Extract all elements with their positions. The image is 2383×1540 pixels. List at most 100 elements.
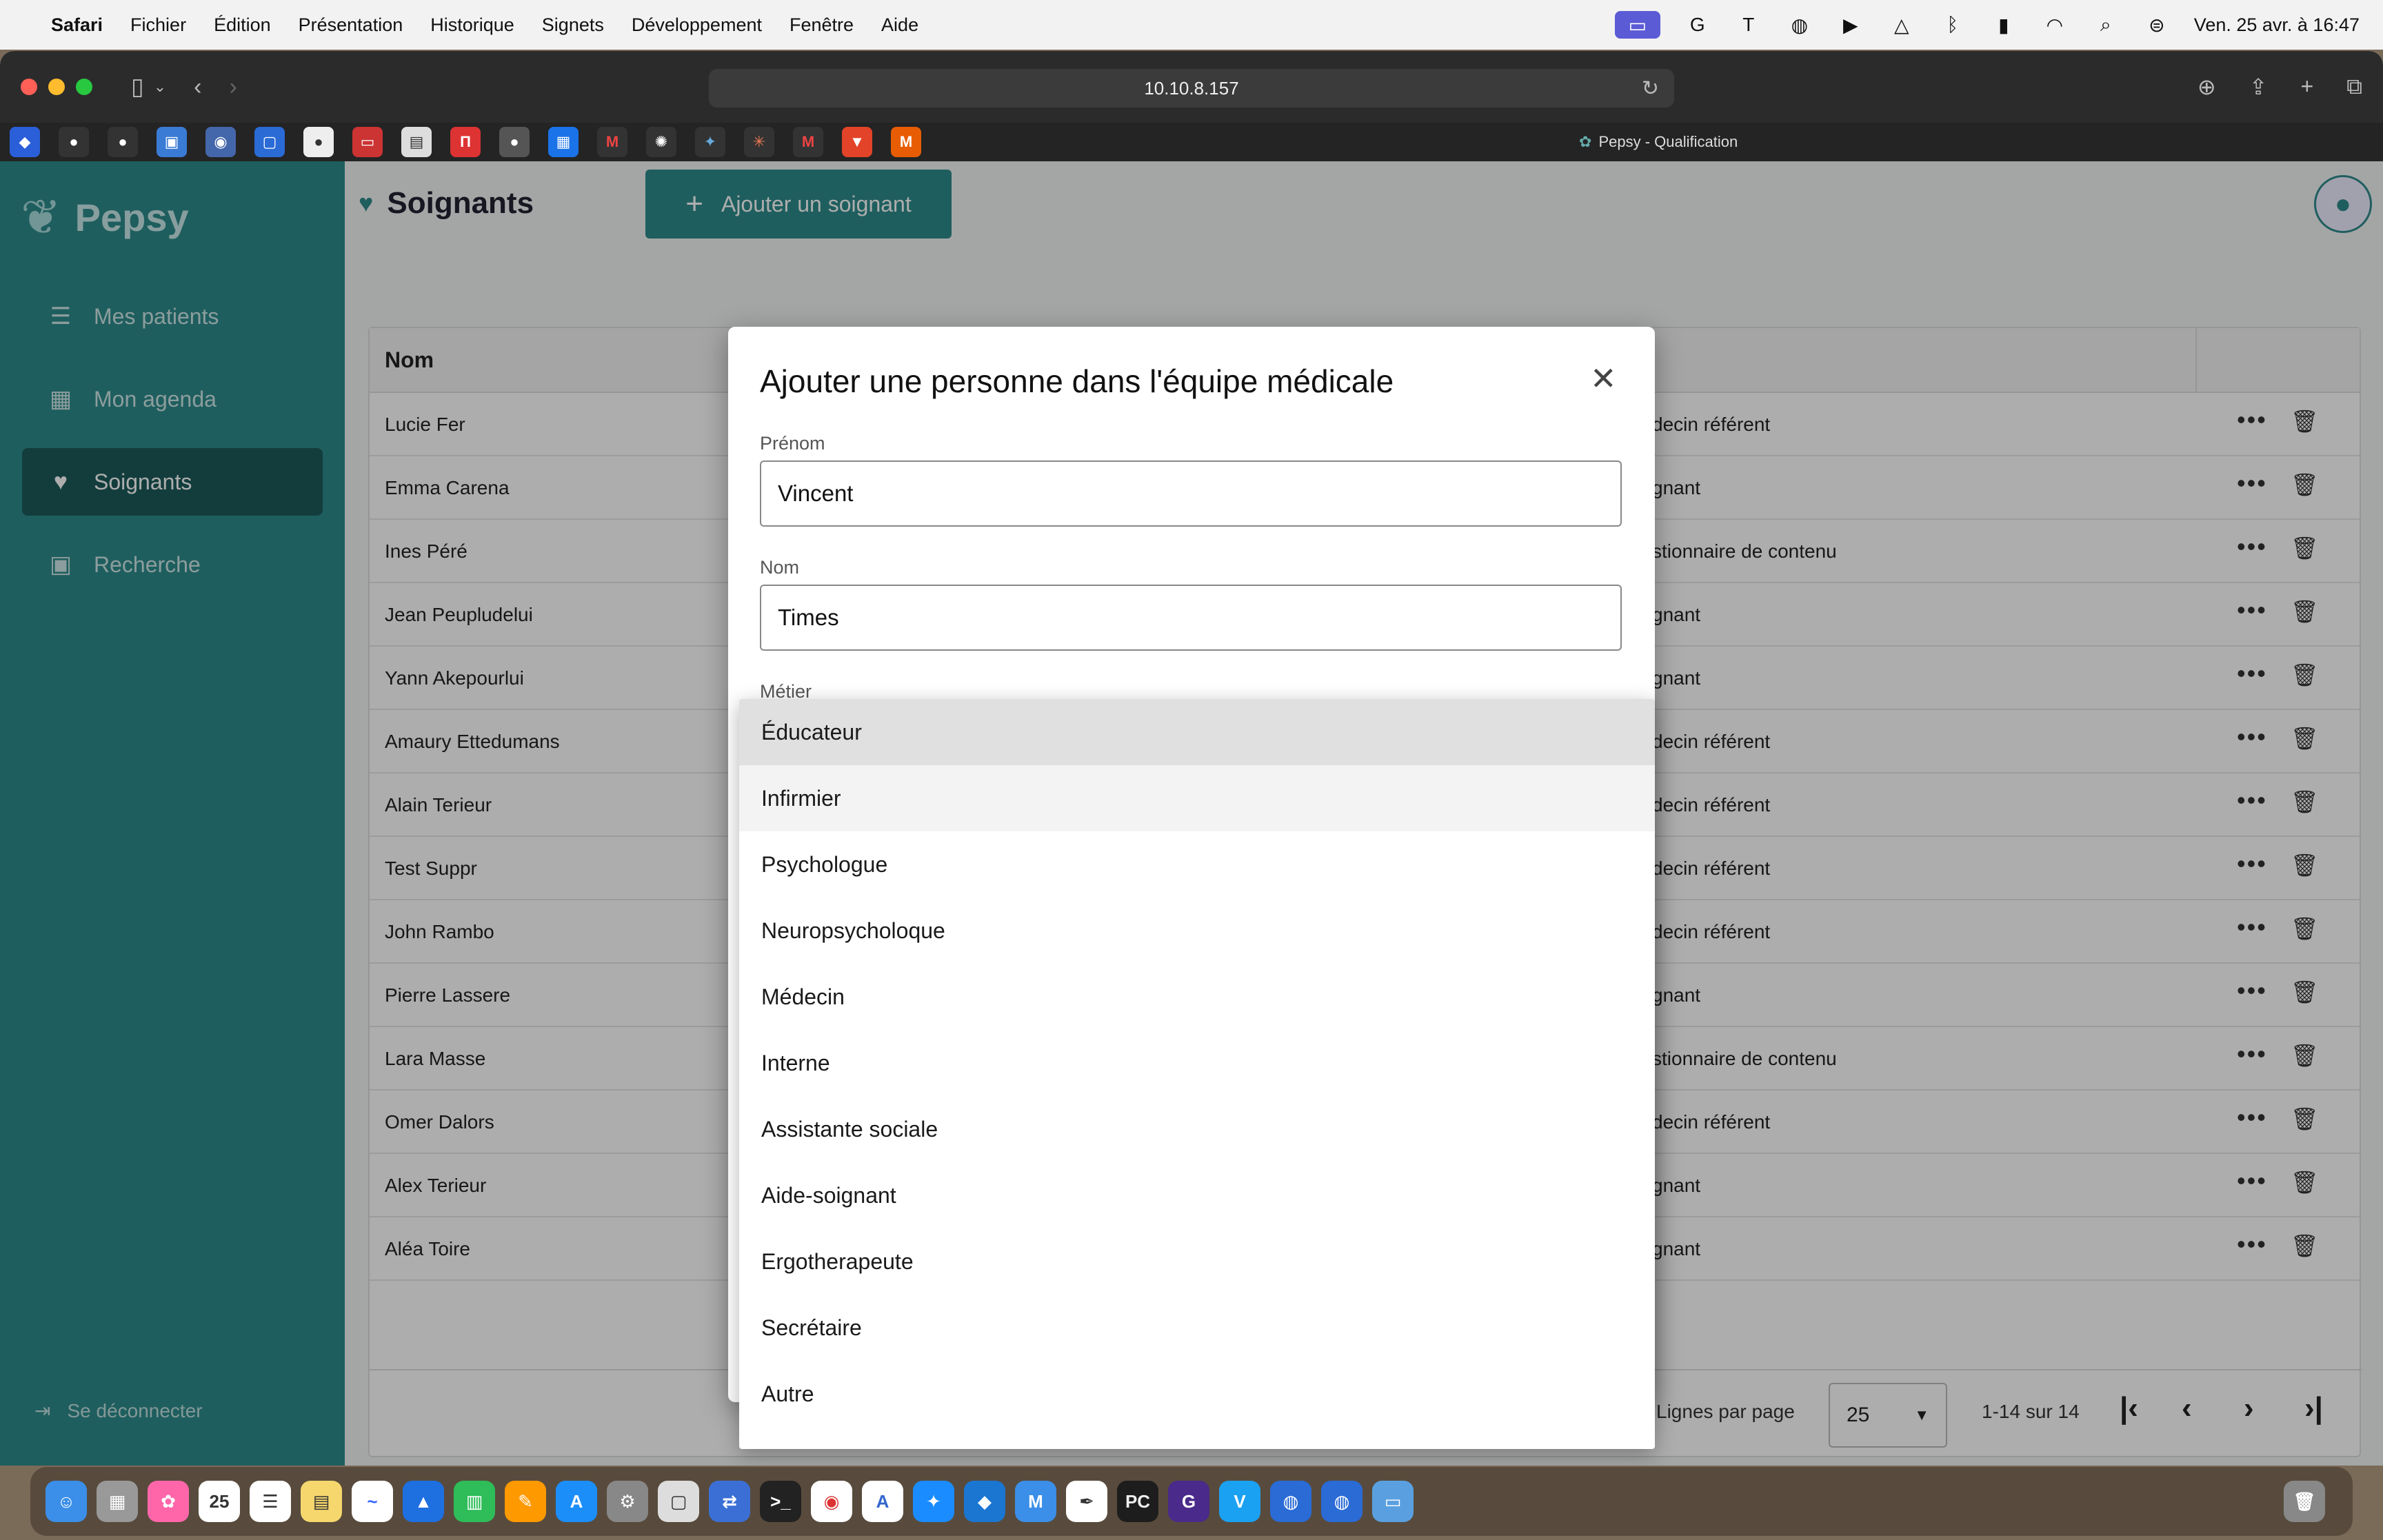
menu-historique[interactable]: Historique	[430, 14, 514, 36]
grammarly-app-icon[interactable]: G	[1168, 1481, 1209, 1522]
freeform-icon[interactable]: ~	[352, 1481, 393, 1522]
job-option[interactable]: Infirmier	[739, 765, 1655, 831]
finder-icon[interactable]: ☺	[46, 1481, 87, 1522]
photos-icon[interactable]: ✿	[148, 1481, 189, 1522]
keynote-icon[interactable]: ▲	[403, 1481, 444, 1522]
vpn-icon[interactable]: ◍	[1786, 11, 1813, 39]
pycharm-icon[interactable]: PC	[1117, 1481, 1158, 1522]
reminders-icon[interactable]: ☰	[250, 1481, 291, 1522]
zoom-window-button[interactable]	[76, 79, 92, 95]
screen-share-icon[interactable]: ▭	[1614, 11, 1660, 39]
grammarly-icon[interactable]: G	[1684, 11, 1711, 39]
menu-presentation[interactable]: Présentation	[299, 14, 403, 36]
menu-edition[interactable]: Édition	[214, 14, 271, 36]
bookmark-app-icon[interactable]: ▤	[401, 127, 432, 157]
bookmark-gmail-icon[interactable]: M	[597, 127, 627, 157]
bookmark-app-icon[interactable]: ▭	[352, 127, 383, 157]
translate-icon[interactable]: T	[1735, 11, 1762, 39]
address-bar[interactable]: 10.10.8.157 ↻	[709, 69, 1674, 108]
firstname-value: Vincent	[778, 480, 854, 506]
bookmark-apple-icon[interactable]: ●	[499, 127, 530, 157]
minimize-window-button[interactable]	[48, 79, 65, 95]
bookmark-chatgpt-icon[interactable]: ✺	[646, 127, 676, 157]
wifi-icon[interactable]: ◠	[2041, 11, 2069, 39]
job-option[interactable]: Médecin	[739, 964, 1655, 1030]
drive-icon[interactable]: △	[1888, 11, 1916, 39]
calendar-app-icon[interactable]: 25	[199, 1481, 240, 1522]
job-option[interactable]: Aide-soignant	[739, 1162, 1655, 1228]
notes-icon[interactable]: ▤	[301, 1481, 342, 1522]
pages-icon[interactable]: ✎	[505, 1481, 546, 1522]
terminal-icon[interactable]: >_	[760, 1481, 801, 1522]
network-icon[interactable]: ◍	[1321, 1481, 1363, 1522]
bookmark-app-icon[interactable]: ◉	[205, 127, 236, 157]
preview-icon[interactable]: ▢	[658, 1481, 699, 1522]
vscode-icon[interactable]: V	[1219, 1481, 1260, 1522]
trash-icon[interactable]: 🗑	[2284, 1481, 2325, 1522]
job-option[interactable]: Neuropsycholoque	[739, 898, 1655, 964]
bookmark-app-icon[interactable]: M	[891, 127, 921, 157]
bookmark-github-icon[interactable]: ●	[59, 127, 89, 157]
macos-menu-bar: Safari Fichier Édition Présentation Hist…	[0, 0, 2383, 50]
active-tab[interactable]: ✿ Pepsy - Qualification	[1579, 123, 1738, 161]
folder-icon[interactable]: ▭	[1372, 1481, 1414, 1522]
close-window-button[interactable]	[21, 79, 37, 95]
job-option[interactable]: Ergotherapeute	[739, 1228, 1655, 1295]
job-option[interactable]: Éducateur	[739, 699, 1655, 765]
markdown-icon[interactable]: M	[1015, 1481, 1056, 1522]
translate-app-icon[interactable]: A	[862, 1481, 903, 1522]
new-tab-icon[interactable]: +	[2300, 74, 2313, 100]
network-icon[interactable]: ◍	[1270, 1481, 1311, 1522]
downloads-icon[interactable]: ⊕	[2198, 74, 2216, 100]
close-icon[interactable]: ✕	[1590, 360, 1617, 397]
job-option[interactable]: Psychologue	[739, 831, 1655, 898]
bookmark-calendar-icon[interactable]: ▦	[548, 127, 579, 157]
bookmark-github-icon[interactable]: ●	[108, 127, 138, 157]
play-icon[interactable]: ▶	[1837, 11, 1864, 39]
forward-icon[interactable]: ›	[229, 74, 237, 101]
dialog-title: Ajouter une personne dans l'équipe médic…	[760, 363, 1394, 399]
back-icon[interactable]: ‹	[194, 74, 201, 101]
control-center-icon[interactable]: ⊜	[2143, 11, 2171, 39]
system-settings-icon[interactable]: ⚙	[607, 1481, 648, 1522]
launchpad-icon[interactable]: ▦	[97, 1481, 138, 1522]
bookmark-claude-icon[interactable]: ✳	[744, 127, 774, 157]
bookmark-jira-icon[interactable]: ◆	[10, 127, 40, 157]
chevron-down-icon[interactable]: ⌄	[154, 78, 166, 96]
menubar-clock[interactable]: Ven. 25 avr. à 16:47	[2194, 14, 2360, 36]
reload-icon[interactable]: ↻	[1642, 77, 1659, 101]
bookmark-bitwarden-icon[interactable]: ▢	[254, 127, 285, 157]
menu-fenetre[interactable]: Fenêtre	[790, 14, 854, 36]
job-option[interactable]: Autre	[739, 1361, 1655, 1427]
menu-developpement[interactable]: Développement	[632, 14, 762, 36]
bookmark-gitlab-icon[interactable]: ▼	[842, 127, 872, 157]
battery-icon[interactable]: ▮	[1990, 11, 2018, 39]
menu-aide[interactable]: Aide	[881, 14, 918, 36]
menu-app-name[interactable]: Safari	[51, 14, 103, 36]
chrome-icon[interactable]: ◉	[811, 1481, 852, 1522]
menu-fichier[interactable]: Fichier	[130, 14, 186, 36]
job-option[interactable]: Secrétaire	[739, 1295, 1655, 1361]
bookmark-app-icon[interactable]: П	[450, 127, 481, 157]
bookmark-docker-icon[interactable]: ▣	[157, 127, 187, 157]
bookmark-bitcoin-icon[interactable]: ●	[303, 127, 334, 157]
share-icon[interactable]: ⇪	[2249, 74, 2268, 100]
job-option[interactable]: Interne	[739, 1030, 1655, 1096]
safari-toolbar: ▯ ⌄ ‹ › 10.10.8.157 ↻ ⊕ ⇪ + ⧉	[0, 51, 2383, 123]
safari-icon[interactable]: ✦	[913, 1481, 954, 1522]
job-option[interactable]: Assistante sociale	[739, 1096, 1655, 1162]
bookmark-gemini-icon[interactable]: ✦	[695, 127, 725, 157]
firstname-field[interactable]: Vincent	[760, 460, 1622, 527]
bookmark-gmail-icon[interactable]: M	[793, 127, 823, 157]
migration-icon[interactable]: ⇄	[709, 1481, 750, 1522]
menu-signets[interactable]: Signets	[542, 14, 604, 36]
maps-icon[interactable]: ◆	[964, 1481, 1005, 1522]
tab-overview-icon[interactable]: ⧉	[2346, 74, 2362, 100]
bluetooth-icon[interactable]: ᛒ	[1939, 11, 1967, 39]
app-store-icon[interactable]: A	[556, 1481, 597, 1522]
inkscape-icon[interactable]: ✒	[1066, 1481, 1107, 1522]
numbers-icon[interactable]: ▥	[454, 1481, 495, 1522]
lastname-field[interactable]: Times	[760, 585, 1622, 651]
sidebar-toggle-icon[interactable]: ▯	[131, 73, 144, 101]
spotlight-icon[interactable]: ⌕	[2092, 11, 2120, 39]
